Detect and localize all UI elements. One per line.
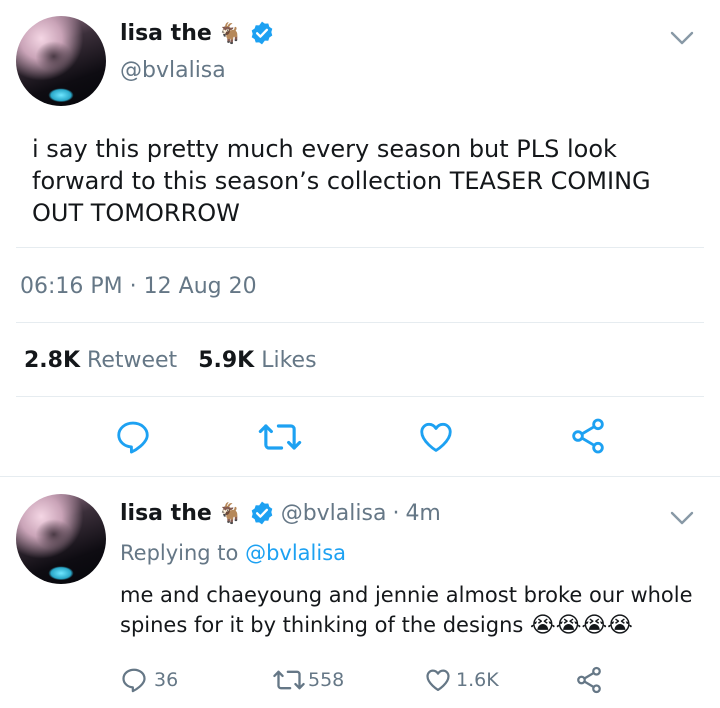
tweet-text-line: i say this pretty much every season but … — [32, 135, 617, 163]
divider — [16, 247, 704, 248]
reply-button[interactable] — [114, 418, 152, 460]
author-name-row[interactable]: lisa the 🐐 — [120, 20, 275, 46]
divider — [16, 322, 704, 323]
reply-author-row[interactable]: lisa the 🐐 @bvlalisa · 4m — [120, 500, 441, 526]
retweet-icon — [258, 424, 302, 450]
like-icon — [426, 669, 450, 692]
replying-to-link[interactable]: @bvlalisa — [245, 541, 346, 565]
reply-time-separator: · — [392, 500, 400, 526]
retweet-button[interactable]: 558 — [272, 666, 344, 694]
tweet-text-line: OUT TOMORROW — [32, 199, 240, 227]
tweet-date: 12 Aug 20 — [143, 274, 257, 299]
chevron-down-icon[interactable] — [670, 510, 694, 526]
reply-text-line: spines for it by thinking of the designs… — [120, 610, 693, 641]
reply-retweet-count: 558 — [308, 669, 345, 691]
retweet-stat[interactable]: 2.8K Retweet — [24, 348, 184, 373]
like-button[interactable]: 1.6K — [424, 666, 499, 694]
likes-label: Likes — [261, 348, 317, 373]
goat-emoji-icon: 🐐 — [217, 21, 243, 45]
reply-text: me and chaeyoung and jennie almost broke… — [120, 580, 693, 641]
retweet-icon — [273, 670, 305, 690]
share-button[interactable] — [568, 416, 608, 460]
retweet-label: Retweet — [87, 348, 178, 373]
tweet-stats: 2.8K Retweet 5.9K Likes — [24, 348, 317, 373]
reply-author-handle[interactable]: @bvlalisa — [281, 501, 387, 526]
reply-author-avatar[interactable] — [16, 494, 106, 584]
reply-text-line-2: spines for it by thinking of the designs — [120, 613, 524, 637]
like-icon — [420, 422, 452, 452]
verified-badge-icon — [251, 21, 272, 45]
reply-like-count: 1.6K — [456, 669, 499, 691]
author-handle[interactable]: @bvlalisa — [120, 58, 226, 83]
retweet-count: 2.8K — [24, 348, 81, 373]
timestamp-separator: · — [129, 274, 137, 299]
reply-text-line: me and chaeyoung and jennie almost broke… — [120, 583, 693, 607]
reply-age[interactable]: 4m — [405, 501, 440, 526]
goat-emoji-icon: 🐐 — [217, 501, 243, 525]
tweet-text-line: forward to this season’s collection TEAS… — [32, 167, 651, 195]
verified-badge-icon — [251, 501, 272, 525]
reply-count: 36 — [154, 669, 179, 691]
like-button[interactable] — [416, 418, 456, 460]
likes-count: 5.9K — [198, 348, 255, 373]
divider — [0, 476, 720, 477]
tweet-timestamp[interactable]: 06:16 PM · 12 Aug 20 — [20, 274, 257, 299]
reply-button[interactable]: 36 — [120, 666, 178, 694]
replying-to: Replying to @bvlalisa — [120, 541, 346, 565]
author-name[interactable]: lisa the — [120, 21, 212, 46]
reply-icon — [122, 668, 146, 693]
retweet-button[interactable] — [258, 418, 302, 460]
author-avatar[interactable] — [16, 16, 106, 106]
crying-emoji-icon: 😭😭😭😭 — [530, 613, 633, 638]
tweet-time: 06:16 PM — [20, 274, 123, 299]
tweet-text: i say this pretty much every season but … — [32, 133, 651, 229]
reply-icon — [117, 421, 149, 454]
replying-to-prefix: Replying to — [120, 541, 239, 565]
share-button[interactable] — [574, 665, 604, 699]
share-icon — [577, 666, 601, 694]
divider — [16, 396, 704, 397]
reply-author-name[interactable]: lisa the — [120, 501, 212, 526]
chevron-down-icon[interactable] — [670, 30, 694, 46]
likes-stat[interactable]: 5.9K Likes — [191, 348, 316, 373]
share-icon — [572, 418, 604, 454]
